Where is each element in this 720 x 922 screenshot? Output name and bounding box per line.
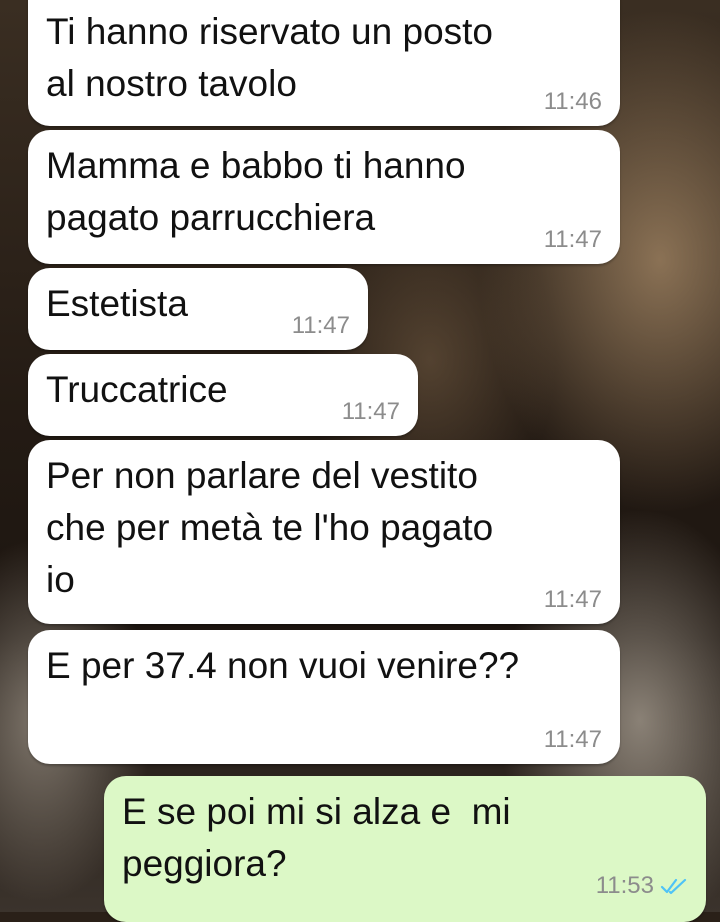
message-timestamp: 11:47 [543,726,602,753]
message-bubble-incoming[interactable]: Ti hanno riservato un posto al nostro ta… [28,0,620,126]
message-bubble-incoming[interactable]: E per 37.4 non vuoi venire?? 11:47 [28,630,620,764]
message-timestamp-container: 11:53 [596,872,688,900]
message-bubble-incoming[interactable]: Estetista 11:47 [28,268,368,350]
message-text: E per 37.4 non vuoi venire?? [46,645,520,686]
message-text: Per non parlare del vestito che per metà… [46,455,494,600]
message-timestamp: 11:47 [341,398,400,425]
message-timestamp: 11:46 [543,88,602,115]
message-timestamp: 11:47 [291,312,350,339]
message-timestamp: 11:47 [543,226,602,253]
message-text: Ti hanno riservato un posto al nostro ta… [46,11,493,104]
message-bubble-outgoing[interactable]: E se poi mi si alza e mi peggiora? 11:53 [104,776,706,922]
message-timestamp: 11:53 [595,872,654,899]
message-bubble-incoming[interactable]: Mamma e babbo ti hanno pagato parrucchie… [28,130,620,264]
message-timestamp: 11:47 [543,586,602,613]
message-text: Mamma e babbo ti hanno pagato parrucchie… [46,145,466,238]
message-bubble-incoming[interactable]: Per non parlare del vestito che per metà… [28,440,620,624]
message-bubble-incoming[interactable]: Truccatrice 11:47 [28,354,418,436]
double-check-read-icon [660,878,687,895]
